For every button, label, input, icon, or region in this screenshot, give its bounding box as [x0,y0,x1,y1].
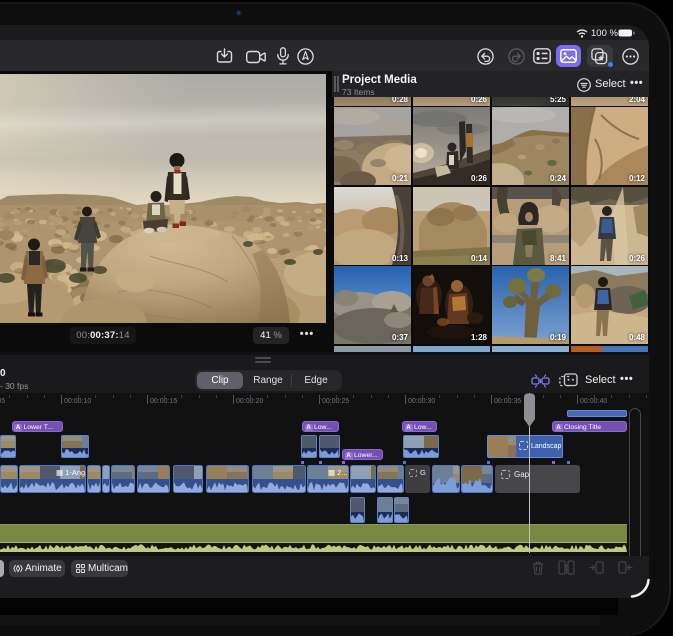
svg-text:00:00:35: 00:00:35 [494,398,521,405]
svg-text:00:00:05: 00:00:05 [0,398,5,405]
svg-text:00:00:40: 00:00:40 [580,398,607,405]
svg-text:00:00:25: 00:00:25 [322,398,349,405]
svg-text:00:00:30: 00:00:30 [408,398,435,405]
svg-text:00:00:10: 00:00:10 [64,398,91,405]
svg-text:00:00:20: 00:00:20 [236,398,263,405]
svg-text:00:00:15: 00:00:15 [150,398,177,405]
